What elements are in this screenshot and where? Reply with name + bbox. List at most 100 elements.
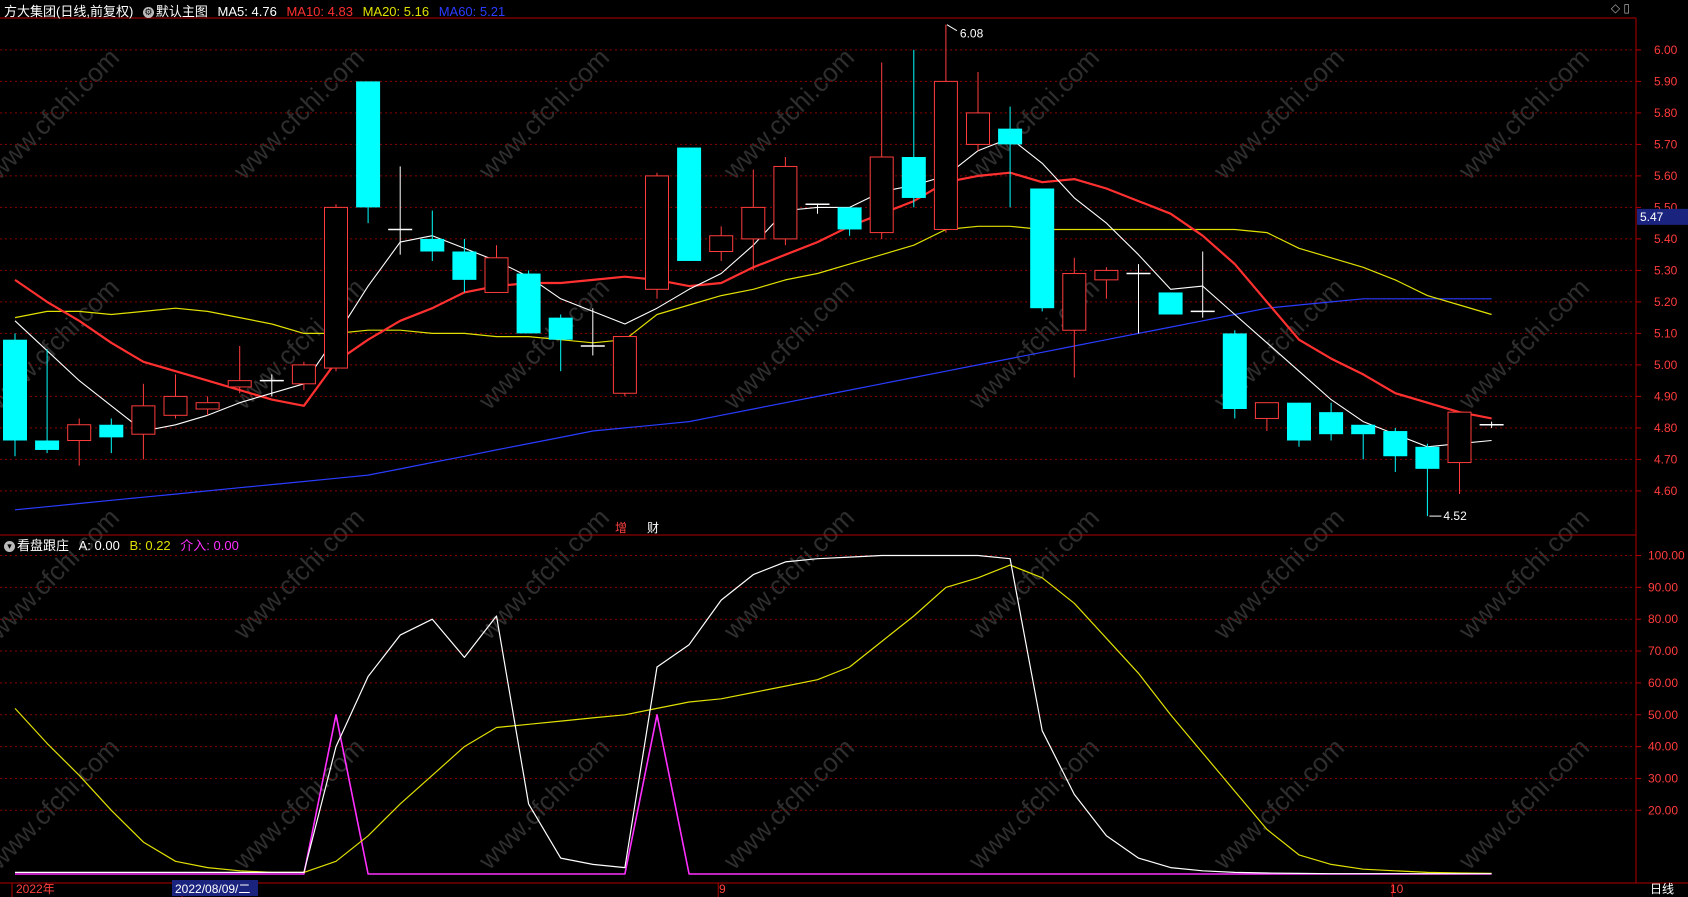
watermark-text: www.cfchi.com xyxy=(717,42,860,185)
candle[interactable] xyxy=(805,203,830,214)
candle[interactable] xyxy=(1222,330,1247,419)
candle-body xyxy=(3,339,27,441)
candle[interactable] xyxy=(1126,264,1151,334)
candle[interactable] xyxy=(709,226,734,261)
candle[interactable] xyxy=(1383,427,1408,472)
price-tick-label: 6.00 xyxy=(1654,43,1678,57)
candle-body xyxy=(901,157,926,198)
sub-tick-label: 70.00 xyxy=(1648,644,1678,658)
candle[interactable] xyxy=(1158,292,1183,315)
candle-body xyxy=(35,440,60,450)
watermark-text: www.cfchi.com xyxy=(227,502,370,645)
candle[interactable] xyxy=(645,172,669,299)
candle[interactable] xyxy=(869,62,894,239)
candle[interactable] xyxy=(1030,188,1055,312)
candle-body xyxy=(420,238,445,252)
zeng-marker[interactable]: 增 xyxy=(615,521,627,535)
candle[interactable] xyxy=(1415,443,1440,517)
candle[interactable] xyxy=(1254,402,1279,432)
candle[interactable] xyxy=(388,166,413,255)
candle[interactable] xyxy=(452,238,477,293)
candle[interactable] xyxy=(163,374,188,419)
sub-indicator-name[interactable]: ▾ 看盘跟庄 xyxy=(4,538,69,553)
watermark-text: www.cfchi.com xyxy=(1452,272,1595,415)
candle[interactable] xyxy=(131,383,156,460)
sub-tick-label: 90.00 xyxy=(1648,580,1678,594)
diamond-icon[interactable]: ◇ xyxy=(1611,1,1620,15)
candle[interactable] xyxy=(1190,251,1215,318)
ma20-label: MA20: 5.16 xyxy=(362,4,430,19)
watermark-text: www.cfchi.com xyxy=(1452,732,1595,875)
candle-body xyxy=(516,273,541,334)
candle[interactable] xyxy=(356,81,381,224)
watermark-text: www.cfchi.com xyxy=(717,732,860,875)
sub-header: ▾ 看盘跟庄 A: 0.00 B: 0.22 介入: 0.00 xyxy=(4,535,245,554)
stock-name[interactable]: 方大集团(日线,前复权) xyxy=(4,4,133,19)
candle-body xyxy=(1351,424,1376,435)
candle[interactable] xyxy=(1447,411,1472,495)
candle[interactable] xyxy=(324,204,348,372)
candle-body xyxy=(548,317,573,340)
candle-body xyxy=(356,81,381,208)
candle[interactable] xyxy=(1287,402,1311,447)
candle[interactable] xyxy=(773,157,798,246)
watermark-text: www.cfchi.com xyxy=(472,732,615,875)
price-tick-label: 4.90 xyxy=(1654,389,1678,403)
stock-chart[interactable]: www.cfchi.com www.cfchi.com www.cfchi.com w… xyxy=(0,0,1688,897)
watermark-text: www.cfchi.com xyxy=(472,42,615,185)
candle[interactable] xyxy=(3,333,27,457)
watermark-text: www.cfchi.com xyxy=(1452,42,1595,185)
candle[interactable] xyxy=(901,49,926,208)
candle[interactable] xyxy=(1351,424,1376,460)
candle[interactable] xyxy=(933,24,958,233)
candle[interactable] xyxy=(67,418,92,466)
price-tick-label: 5.30 xyxy=(1654,263,1678,277)
candle[interactable] xyxy=(1319,402,1344,441)
sub-tick-label: 20.00 xyxy=(1648,803,1678,817)
ma60-label: MA60: 5.21 xyxy=(438,4,506,19)
candle[interactable] xyxy=(420,210,445,261)
price-tick-label: 4.70 xyxy=(1654,452,1678,466)
watermark-text: www.cfchi.com xyxy=(1207,502,1350,645)
candle[interactable] xyxy=(516,270,541,334)
candle-body xyxy=(1287,402,1311,441)
window-icon[interactable]: ▯ xyxy=(1623,1,1630,15)
sub-tick-label: 30.00 xyxy=(1648,771,1678,785)
candle-body xyxy=(677,147,702,261)
candle[interactable] xyxy=(966,71,990,151)
candle[interactable] xyxy=(227,346,252,394)
price-tick-label: 5.90 xyxy=(1654,74,1678,88)
dropdown-icon[interactable]: ▾ xyxy=(4,541,15,553)
period-label[interactable]: 日线 xyxy=(1650,882,1674,896)
high-label: 6.08 xyxy=(960,27,984,41)
candle-body xyxy=(452,251,477,280)
candle-body xyxy=(291,364,316,385)
cai-marker[interactable]: 财 xyxy=(647,521,659,535)
price-tick-label: 4.60 xyxy=(1654,484,1678,498)
candle-body xyxy=(741,206,766,240)
candle-body xyxy=(1062,273,1087,331)
main-indicator-name[interactable]: ⚙ 默认主图 xyxy=(142,4,208,19)
candle-body xyxy=(1415,446,1440,469)
candle[interactable] xyxy=(99,418,124,454)
current-price-label: 5.47 xyxy=(1640,210,1664,224)
watermark-text: www.cfchi.com xyxy=(1452,502,1595,645)
watermark-text: www.cfchi.com xyxy=(1207,42,1350,185)
price-tick-label: 5.10 xyxy=(1654,326,1678,340)
watermark-text: www.cfchi.com xyxy=(227,732,370,875)
low-label: 4.52 xyxy=(1443,509,1467,523)
settings-icon[interactable]: ⚙ xyxy=(142,7,154,19)
candle-body xyxy=(1383,431,1408,457)
candle[interactable] xyxy=(484,245,509,293)
candle[interactable] xyxy=(1062,257,1087,378)
candle[interactable] xyxy=(1479,421,1504,428)
candle[interactable] xyxy=(741,169,766,271)
candle[interactable] xyxy=(612,336,637,397)
year-label: 2022年 xyxy=(16,882,55,896)
high-arrow xyxy=(946,24,958,32)
candle-body xyxy=(1254,402,1279,419)
candle[interactable] xyxy=(677,147,702,261)
price-tick-label: 5.80 xyxy=(1654,106,1678,120)
sub-tick-label: 60.00 xyxy=(1648,676,1678,690)
sub-tick-label: 40.00 xyxy=(1648,740,1678,754)
